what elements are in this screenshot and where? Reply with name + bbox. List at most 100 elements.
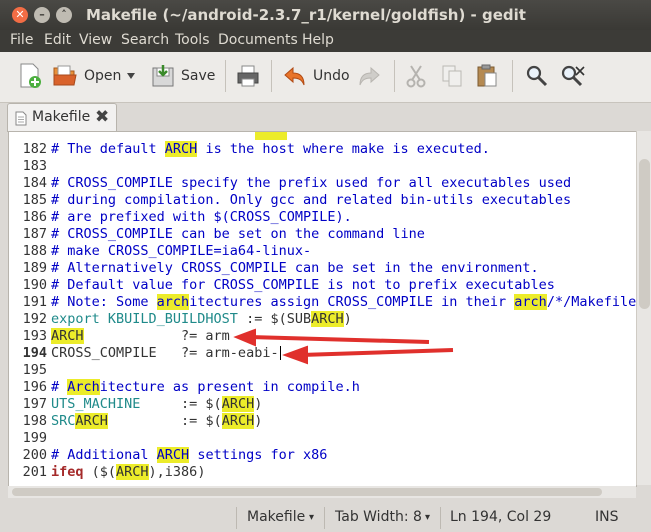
line-number: 182 [22, 141, 47, 157]
paste-button[interactable] [476, 62, 498, 90]
close-tab-icon[interactable]: ✖ [95, 107, 109, 127]
save-icon [152, 65, 174, 87]
code-token: ),i386) [148, 464, 206, 480]
menu-bar: File Edit View Search Tools Documents He… [0, 30, 651, 52]
code-token: arch [514, 294, 547, 310]
find-button[interactable] [525, 62, 549, 90]
menu-help[interactable]: Help [302, 32, 334, 48]
code-token: itecture as present in compile.h [99, 379, 360, 395]
document-icon [15, 111, 27, 126]
redo-arrow-icon [359, 66, 380, 86]
open-button[interactable]: Open [52, 62, 121, 90]
code-token: /*/Makefile [546, 294, 637, 310]
code-line[interactable]: 189 # Alternatively CROSS_COMPILE can be … [9, 260, 636, 277]
code-token: ($( [83, 464, 117, 480]
code-text: # CROSS_COMPILE specify the prefix used … [51, 175, 571, 192]
menu-tools[interactable]: Tools [175, 32, 210, 48]
code-line[interactable]: 195 [9, 362, 636, 379]
cut-button[interactable] [405, 62, 427, 90]
line-number: 184 [22, 175, 47, 191]
code-line[interactable]: 201 ifeq ($(ARCH),i386) [9, 464, 636, 481]
save-button[interactable]: Save [151, 62, 215, 90]
copy-button[interactable] [441, 62, 463, 90]
code-token: # Alternatively CROSS_COMPILE can be set… [51, 260, 539, 276]
code-text: # CROSS_COMPILE can be set on the comman… [51, 226, 425, 243]
code-line[interactable]: 193 ARCH ?= arm [9, 328, 636, 345]
open-folder-icon [53, 65, 77, 86]
text-editor[interactable]: 182 # The default ARCH is the host where … [8, 131, 637, 487]
line-number: 201 [22, 464, 47, 480]
code-line[interactable]: 200 # Additional ARCH settings for x86 [9, 447, 636, 464]
code-token: ) [254, 413, 263, 429]
code-token: # Default value for CROSS_COMPILE is not… [51, 277, 555, 293]
code-text: # Architecture as present in compile.h [51, 379, 360, 396]
toolbar-separator [271, 60, 272, 92]
code-line[interactable]: 197 UTS_MACHINE := $(ARCH) [9, 396, 636, 413]
menu-view[interactable]: View [79, 32, 112, 48]
find-replace-button[interactable] [560, 62, 586, 90]
code-line[interactable]: 196 # Architecture as present in compile.… [9, 379, 636, 396]
code-token: # CROSS_COMPILE can be set on the comman… [51, 226, 425, 242]
code-line[interactable]: 184 # CROSS_COMPILE specify the prefix us… [9, 175, 636, 192]
code-token: ARCH [116, 464, 149, 480]
code-token: # CROSS_COMPILE specify the prefix used … [51, 175, 572, 191]
vertical-scrollbar[interactable] [636, 131, 651, 485]
scissors-icon [406, 65, 426, 88]
code-token: := $(SUB [237, 311, 312, 327]
code-line[interactable]: 185 # during compilation. Only gcc and re… [9, 192, 636, 209]
code-text: # during compilation. Only gcc and relat… [51, 192, 571, 209]
code-line[interactable]: 194 CROSS_COMPILE ?= arm-eabi- [9, 345, 636, 362]
chevron-down-icon: ▾ [425, 512, 431, 523]
line-number: 199 [22, 430, 47, 446]
code-text: ifeq ($(ARCH),i386) [51, 464, 205, 481]
minimize-window-button[interactable]: – [34, 7, 50, 23]
code-line[interactable]: 192 export KBUILD_BUILDHOST := $(SUBARCH) [9, 311, 636, 328]
line-number: 185 [22, 192, 47, 208]
vertical-scroll-thumb[interactable] [639, 159, 650, 309]
menu-file[interactable]: File [10, 32, 33, 48]
line-number: 188 [22, 243, 47, 259]
code-line[interactable]: 190 # Default value for CROSS_COMPILE is … [9, 277, 636, 294]
code-token: is the host where make is executed. [197, 141, 490, 157]
code-line[interactable]: 186 # are prefixed with $(CROSS_COMPILE). [9, 209, 636, 226]
code-line[interactable]: 182 # The default ARCH is the host where … [9, 141, 636, 158]
horizontal-scrollbar[interactable] [8, 486, 636, 498]
undo-button[interactable]: Undo [283, 62, 350, 90]
close-window-button[interactable]: ✕ [12, 7, 28, 23]
code-line[interactable]: 199 [9, 430, 636, 447]
code-line[interactable]: 198 SRCARCH := $(ARCH) [9, 413, 636, 430]
open-recent-dropdown[interactable] [126, 62, 136, 90]
toolbar: Open Save Undo [0, 52, 651, 103]
code-line[interactable]: 188 # make CROSS_COMPILE=ia64-linux- [9, 243, 636, 260]
code-token: CROSS_COMPILE ?= arm-eabi- [51, 345, 279, 361]
print-button[interactable] [236, 62, 260, 90]
code-token: ifeq [51, 464, 84, 480]
undo-arrow-icon [284, 66, 305, 86]
line-number: 183 [22, 158, 47, 174]
menu-search[interactable]: Search [121, 32, 169, 48]
menu-documents[interactable]: Documents [218, 32, 298, 48]
chevron-down-icon: ▾ [309, 512, 315, 523]
tab-makefile[interactable]: Makefile ✖ [7, 103, 117, 132]
tab-width-selector[interactable]: Tab Width: 8 [335, 509, 422, 525]
maximize-window-button[interactable]: ˄ [56, 7, 72, 23]
line-number: 191 [22, 294, 47, 310]
code-text: # are prefixed with $(CROSS_COMPILE). [51, 209, 352, 226]
language-selector[interactable]: Makefile [247, 509, 305, 525]
code-line[interactable]: 183 [9, 158, 636, 175]
code-text: ARCH ?= arm [51, 328, 230, 345]
menu-edit[interactable]: Edit [44, 32, 71, 48]
copy-icon [442, 65, 462, 87]
code-token: := $( [140, 396, 222, 412]
code-token: # during compilation. Only gcc and relat… [51, 192, 572, 208]
code-token: ?= arm [83, 328, 230, 344]
code-token: ARCH [221, 413, 255, 429]
code-line[interactable]: 187 # CROSS_COMPILE can be set on the com… [9, 226, 636, 243]
code-line[interactable]: 191 # Note: Some architectures assign CRO… [9, 294, 636, 311]
new-document-button[interactable] [18, 62, 42, 90]
code-text: # Alternatively CROSS_COMPILE can be set… [51, 260, 539, 277]
code-token: ARCH [311, 311, 344, 327]
horizontal-scroll-thumb[interactable] [12, 488, 602, 496]
redo-button[interactable] [357, 62, 381, 90]
code-token: export KBUILD_BUILDHOST [51, 311, 238, 327]
